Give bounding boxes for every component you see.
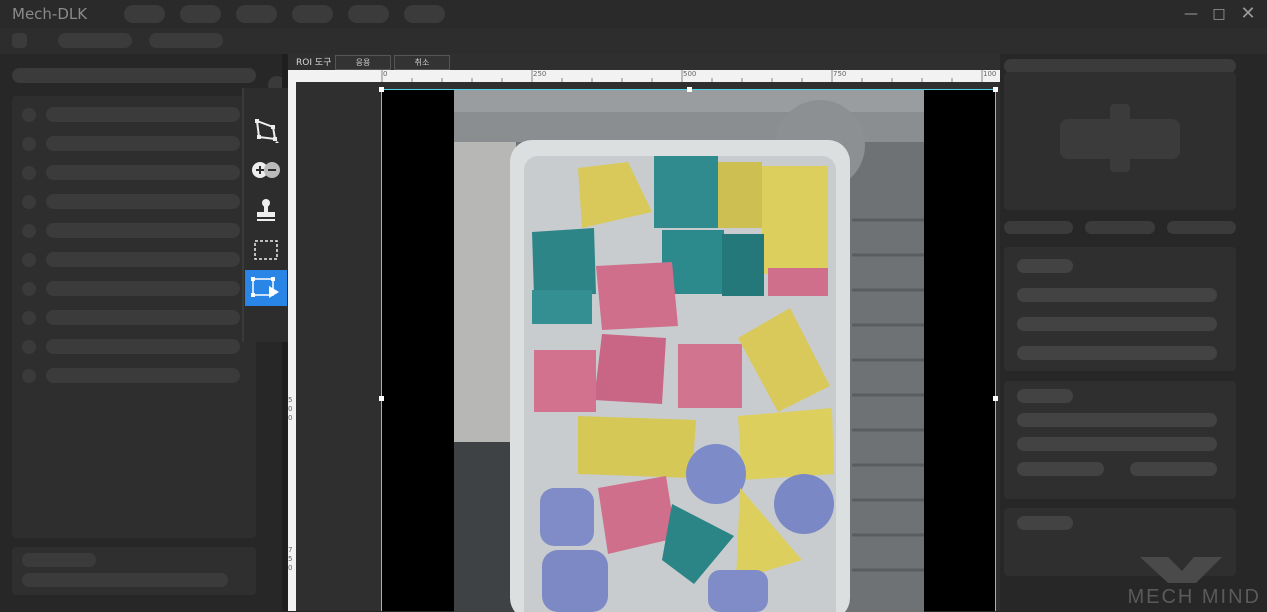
ruler-tick-label: 750 (833, 70, 847, 78)
list-item[interactable] (46, 252, 240, 267)
menu-placeholder-6[interactable] (404, 5, 445, 23)
ruler-top: 0 250 500 750 100 (288, 70, 1000, 82)
card-line-placeholder (1017, 413, 1217, 427)
rect-select-icon (254, 240, 278, 260)
list-item[interactable] (46, 107, 240, 122)
list-item[interactable] (46, 339, 240, 354)
ruler-tick-label: 500 (683, 70, 697, 78)
rect-select-button[interactable] (245, 232, 287, 268)
menu-placeholder-2[interactable] (180, 5, 221, 23)
list-dot (22, 282, 36, 296)
list-dot (22, 137, 36, 151)
menu-item-placeholder-1[interactable] (58, 33, 132, 48)
list-dot (22, 369, 36, 383)
menu-placeholder-1[interactable] (124, 5, 165, 23)
left-panel-header-placeholder (12, 68, 256, 83)
list-dot (22, 195, 36, 209)
list-dot (22, 108, 36, 122)
app-title: Mech-DLK (12, 5, 88, 23)
polygon-tool-icon (255, 119, 279, 143)
settings-card-2 (1004, 381, 1236, 499)
bottom-card-line-placeholder (22, 573, 228, 587)
watermark-text: MECH MIND (1127, 586, 1261, 608)
list-dot (22, 224, 36, 238)
tool-palette (242, 88, 288, 342)
list-item[interactable] (46, 165, 240, 180)
roi-play-button[interactable] (245, 270, 287, 306)
stamp-tool-button[interactable] (245, 192, 287, 228)
menu-placeholder-5[interactable] (348, 5, 389, 23)
maximize-icon[interactable]: □ (1209, 4, 1229, 24)
list-item[interactable] (46, 310, 240, 325)
list-item[interactable] (46, 194, 240, 209)
roi-handle-top-left[interactable] (379, 87, 384, 92)
cancel-button[interactable]: 취소 (394, 55, 450, 70)
right-tab-placeholder-3[interactable] (1167, 221, 1236, 234)
ruler-tick-label: 100 (983, 70, 997, 78)
stamp-icon (257, 199, 275, 221)
camera-image (454, 90, 924, 612)
menu-placeholder-4[interactable] (292, 5, 333, 23)
settings-card-1 (1004, 247, 1236, 371)
ruler-tick-label: 0 (383, 70, 388, 78)
card-title-placeholder (1017, 389, 1073, 403)
left-list (12, 96, 256, 538)
card-line-placeholder (1017, 346, 1217, 360)
menu-icon-placeholder[interactable] (12, 33, 27, 48)
card-line-placeholder (1017, 317, 1217, 331)
card-line-placeholder (1130, 462, 1217, 476)
menu-placeholder-3[interactable] (236, 5, 277, 23)
right-tab-placeholder-1[interactable] (1004, 221, 1073, 234)
preview-card (1004, 72, 1236, 210)
add-remove-icon (252, 162, 280, 178)
roi-handle-right[interactable] (993, 396, 998, 401)
card-title-placeholder (1017, 259, 1073, 273)
roi-toolbar: ROI 도구 응용 취소 (288, 54, 1000, 70)
ruler-tick-label: 250 (533, 70, 547, 78)
right-header-placeholder (1004, 59, 1236, 73)
right-tab-placeholder-2[interactable] (1085, 221, 1155, 234)
roi-handle-top[interactable] (687, 87, 692, 92)
roi-tool-label: ROI 도구 (296, 58, 332, 68)
left-bottom-card (12, 547, 256, 595)
ruler-left: 5 0 0 7 5 0 (288, 82, 296, 611)
card-title-placeholder (1017, 516, 1073, 530)
roi-handle-left[interactable] (379, 396, 384, 401)
apply-button[interactable]: 응용 (335, 55, 391, 70)
close-icon[interactable]: ✕ (1238, 4, 1258, 24)
minimize-icon[interactable]: — (1181, 4, 1201, 24)
preview-placeholder-stem (1110, 104, 1130, 172)
list-dot (22, 166, 36, 180)
bottom-card-title-placeholder (22, 553, 96, 567)
list-dot (22, 340, 36, 354)
card-line-placeholder (1017, 288, 1217, 302)
roi-play-icon (251, 277, 279, 298)
ruler-tick-label: 7 5 0 (288, 546, 293, 572)
card-line-placeholder (1017, 462, 1104, 476)
list-item[interactable] (46, 281, 240, 296)
card-line-placeholder (1017, 437, 1217, 451)
list-item[interactable] (46, 368, 240, 383)
list-dot (22, 253, 36, 267)
add-remove-button[interactable] (245, 152, 287, 188)
list-item[interactable] (46, 223, 240, 238)
ruler-tick-label: 5 0 0 (288, 396, 293, 422)
polygon-tool-button[interactable] (245, 112, 287, 148)
roi-handle-top-right[interactable] (993, 87, 998, 92)
watermark-logo-icon (1138, 555, 1248, 589)
roi-frame[interactable] (379, 87, 998, 612)
list-item[interactable] (46, 136, 240, 151)
list-dot (22, 311, 36, 325)
menu-item-placeholder-2[interactable] (149, 33, 223, 48)
